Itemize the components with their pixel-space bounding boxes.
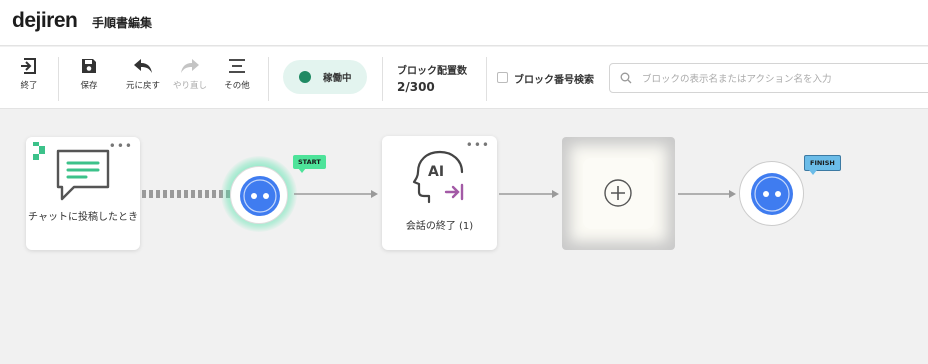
block-number-search-label: ブロック番号検索 [514, 75, 594, 86]
menu-icon [229, 59, 245, 73]
trigger-block[interactable]: ••• チャットに投稿したとき [26, 137, 140, 250]
search-box[interactable] [609, 63, 928, 93]
start-badge: START [293, 155, 326, 169]
save-button[interactable]: 保存 [66, 57, 112, 101]
editor-toolbar: 終了 保存 元に戻す やり直し その他 稼働中 ブロック配置数 2/300 ブロ… [0, 47, 928, 109]
edge-arrow [499, 190, 559, 198]
page-title: 手順書編集 [92, 16, 153, 30]
more-label: その他 [224, 81, 250, 91]
trigger-connector [142, 190, 232, 198]
edge-arrow [294, 190, 378, 198]
block-count-value: 2/300 [397, 80, 435, 94]
block-menu-icon[interactable]: ••• [109, 140, 133, 152]
add-block-slot[interactable] [562, 137, 675, 250]
redo-icon [181, 59, 199, 73]
undo-icon [134, 59, 152, 73]
block-count-label: ブロック配置数 [397, 66, 467, 77]
toolbar-divider [268, 57, 269, 101]
redo-button[interactable]: やり直し [167, 57, 213, 101]
app-logo[interactable]: dejiren [12, 9, 78, 33]
toolbar-divider [486, 57, 487, 101]
start-badge-tail [298, 168, 306, 173]
status-dot [299, 71, 311, 83]
ai-text: AI [428, 164, 444, 180]
ai-block[interactable]: ••• AI 会話の終了 (1) [382, 136, 497, 250]
status-label: 稼働中 [323, 73, 352, 84]
block-menu-icon[interactable]: ••• [466, 139, 490, 151]
search-icon [620, 72, 632, 84]
block-number-search-checkbox[interactable] [497, 72, 508, 83]
add-circle-icon[interactable] [603, 178, 633, 208]
finish-badge-tail [809, 170, 817, 175]
finish-node[interactable] [739, 161, 804, 226]
trigger-block-label: チャットに投稿したとき [28, 212, 138, 223]
undo-button[interactable]: 元に戻す [120, 57, 166, 101]
status-toggle[interactable]: 稼働中 [283, 60, 367, 94]
dejiren-logo-icon [33, 142, 45, 160]
search-input[interactable] [642, 70, 922, 88]
save-icon [82, 59, 96, 73]
save-label: 保存 [80, 81, 98, 91]
node-face-icon [240, 176, 280, 216]
redo-label: やり直し [172, 81, 207, 91]
edge-arrow [678, 190, 736, 198]
finish-badge: FINISH [804, 155, 841, 171]
node-face-icon [751, 173, 793, 215]
chat-icon [56, 149, 110, 201]
more-button[interactable]: その他 [214, 57, 260, 101]
start-node[interactable] [230, 166, 288, 224]
toolbar-divider [382, 57, 383, 101]
exit-label: 終了 [20, 81, 38, 91]
ai-block-label: 会話の終了 (1) [405, 221, 474, 232]
exit-icon [21, 58, 36, 74]
flow-canvas[interactable]: ••• チャットに投稿したとき START ••• AI 会話の終了 (1) F… [0, 110, 928, 364]
exit-button[interactable]: 終了 [6, 57, 52, 101]
toolbar-divider [58, 57, 59, 101]
undo-label: 元に戻す [125, 81, 160, 91]
ai-head-icon: AI [412, 150, 464, 204]
app-header: dejiren 手順書編集 [0, 0, 928, 46]
